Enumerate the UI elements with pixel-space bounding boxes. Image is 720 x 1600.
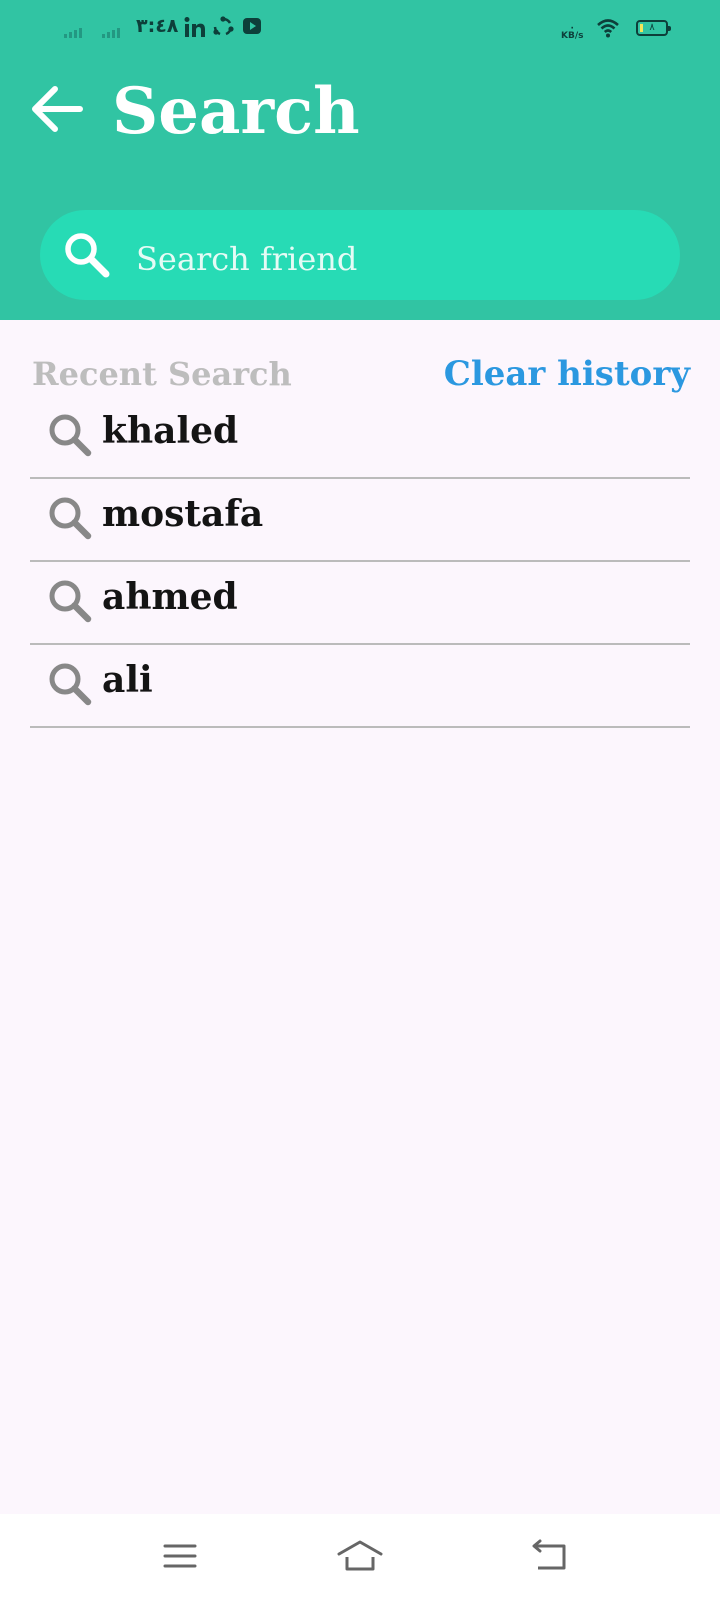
linkedin-icon: [184, 17, 205, 37]
back-icon[interactable]: [530, 1538, 570, 1574]
search-icon: [49, 414, 92, 457]
search-icon: [49, 497, 92, 540]
arrow-left-icon: [32, 86, 83, 132]
app-header: ٣:٤٨ · KB/s ٨ Search Search friend: [0, 0, 720, 320]
search-input[interactable]: [136, 210, 656, 300]
clear-history-button[interactable]: Clear history: [444, 352, 690, 396]
signal-bars-icon: [64, 26, 82, 38]
youtube-icon: [243, 18, 261, 34]
search-icon: [49, 663, 92, 706]
status-bar: ٣:٤٨ · KB/s ٨: [0, 0, 720, 58]
net-speed: · KB/s: [561, 24, 584, 42]
share-it-icon: [213, 16, 234, 36]
search-icon: [49, 580, 92, 623]
recent-search-item-label: khaled: [102, 410, 239, 452]
search-icon: [65, 233, 110, 278]
recent-search-label: Recent Search: [32, 355, 292, 393]
back-button[interactable]: [28, 80, 86, 138]
home-icon[interactable]: [336, 1538, 384, 1574]
recent-search-item[interactable]: khaled: [30, 396, 690, 479]
signal-bars-icon: [102, 26, 120, 38]
recent-search-item-label: ahmed: [102, 576, 238, 618]
recent-search-item-label: mostafa: [102, 493, 264, 535]
system-nav-bar: [0, 1514, 720, 1600]
menu-icon[interactable]: [162, 1538, 198, 1574]
recent-search-item[interactable]: mostafa: [30, 479, 690, 562]
status-time: ٣:٤٨: [136, 15, 179, 37]
battery-icon: ٨: [636, 20, 671, 36]
recent-search-item[interactable]: ali: [30, 645, 690, 728]
recent-search-list: khaled mostafa ahmed ali: [30, 396, 690, 728]
search-bar[interactable]: [40, 210, 680, 300]
wifi-icon: [597, 19, 619, 38]
recent-search-item-label: ali: [102, 659, 153, 701]
page-title: Search: [112, 74, 360, 149]
recent-search-item[interactable]: ahmed: [30, 562, 690, 645]
